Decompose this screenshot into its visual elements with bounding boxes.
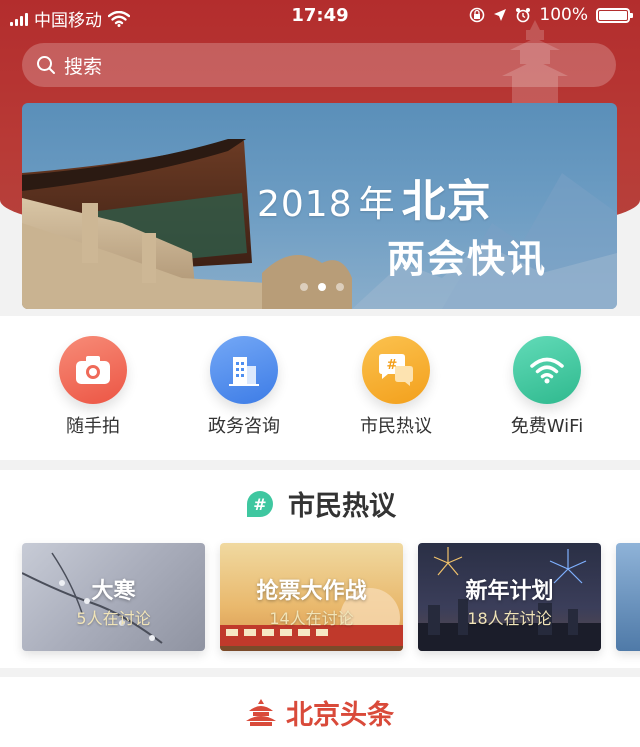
topic-card[interactable]: 新年计划 18人在讨论 xyxy=(418,543,601,651)
topic-card-partial[interactable] xyxy=(616,543,640,651)
section-title: 市民热议 xyxy=(288,491,396,522)
alarm-icon xyxy=(516,8,531,23)
card-subtitle: 14人在讨论 xyxy=(269,609,354,628)
card-subtitle: 18人在讨论 xyxy=(467,609,552,628)
carousel-dot[interactable] xyxy=(336,283,344,291)
news-section: 北京头条 xyxy=(0,677,640,747)
shortcut-label: 市民热议 xyxy=(360,416,432,437)
temple-icon xyxy=(246,698,276,726)
card-title: 新年计划 xyxy=(465,579,554,604)
banner-subtitle: 两会快讯 xyxy=(387,237,548,281)
battery-icon xyxy=(596,7,633,23)
orientation-lock-icon xyxy=(470,7,485,23)
search-placeholder: 搜索 xyxy=(64,55,103,78)
card-title: 大寒 xyxy=(91,579,136,604)
topic-card[interactable]: 大寒 5人在讨论 xyxy=(22,543,205,651)
topic-card[interactable]: 抢票大作战 14人在讨论 xyxy=(220,543,403,651)
svg-text:#: # xyxy=(253,495,266,514)
shortcut-panel: 随手拍 政务咨询 # 市民热议 免费WiFi xyxy=(0,316,640,460)
wifi-icon xyxy=(513,336,581,404)
card-subtitle: 5人在讨论 xyxy=(76,609,151,628)
status-bar: 中国移动 17:49 100% xyxy=(0,0,640,34)
shortcut-wifi[interactable]: 免费WiFi xyxy=(487,336,607,438)
building-icon xyxy=(210,336,278,404)
shortcut-label: 随手拍 xyxy=(66,416,120,437)
hashtag-chat-icon: # xyxy=(362,336,430,404)
shortcut-camera[interactable]: 随手拍 xyxy=(33,336,153,438)
search-icon xyxy=(37,56,55,74)
hashtag-icon: # xyxy=(247,490,273,517)
shortcut-hot-topics[interactable]: # 市民热议 xyxy=(336,336,456,438)
section-header: 北京头条 xyxy=(0,693,640,732)
banner-title: 2018 年北京 xyxy=(257,165,492,229)
banner-year-suffix: 年 xyxy=(358,184,396,225)
camera-icon xyxy=(59,336,127,404)
banner-carousel[interactable]: 2018 年北京 两会快讯 xyxy=(22,103,617,309)
shortcut-label: 政务咨询 xyxy=(208,416,280,437)
search-input[interactable]: 搜索 xyxy=(22,43,616,87)
card-title: 抢票大作战 xyxy=(256,579,367,604)
banner-year: 2018 xyxy=(257,184,353,225)
svg-text:#: # xyxy=(387,358,398,373)
location-arrow-icon xyxy=(494,9,507,21)
carousel-dot-active[interactable] xyxy=(318,283,326,291)
carousel-indicator[interactable] xyxy=(300,283,344,291)
banner-city: 北京 xyxy=(401,176,492,227)
battery-percent: 100% xyxy=(539,5,588,25)
section-header: # 市民热议 xyxy=(0,484,640,523)
carousel-dot[interactable] xyxy=(300,283,308,291)
hot-topics-section: # 市民热议 大寒 5人在讨论 抢票大作战 14人在讨论 新年计划 18人在讨论 xyxy=(0,470,640,668)
shortcut-government[interactable]: 政务咨询 xyxy=(184,336,304,438)
shortcut-label: 免费WiFi xyxy=(510,416,584,437)
section-title: 北京头条 xyxy=(286,700,394,731)
